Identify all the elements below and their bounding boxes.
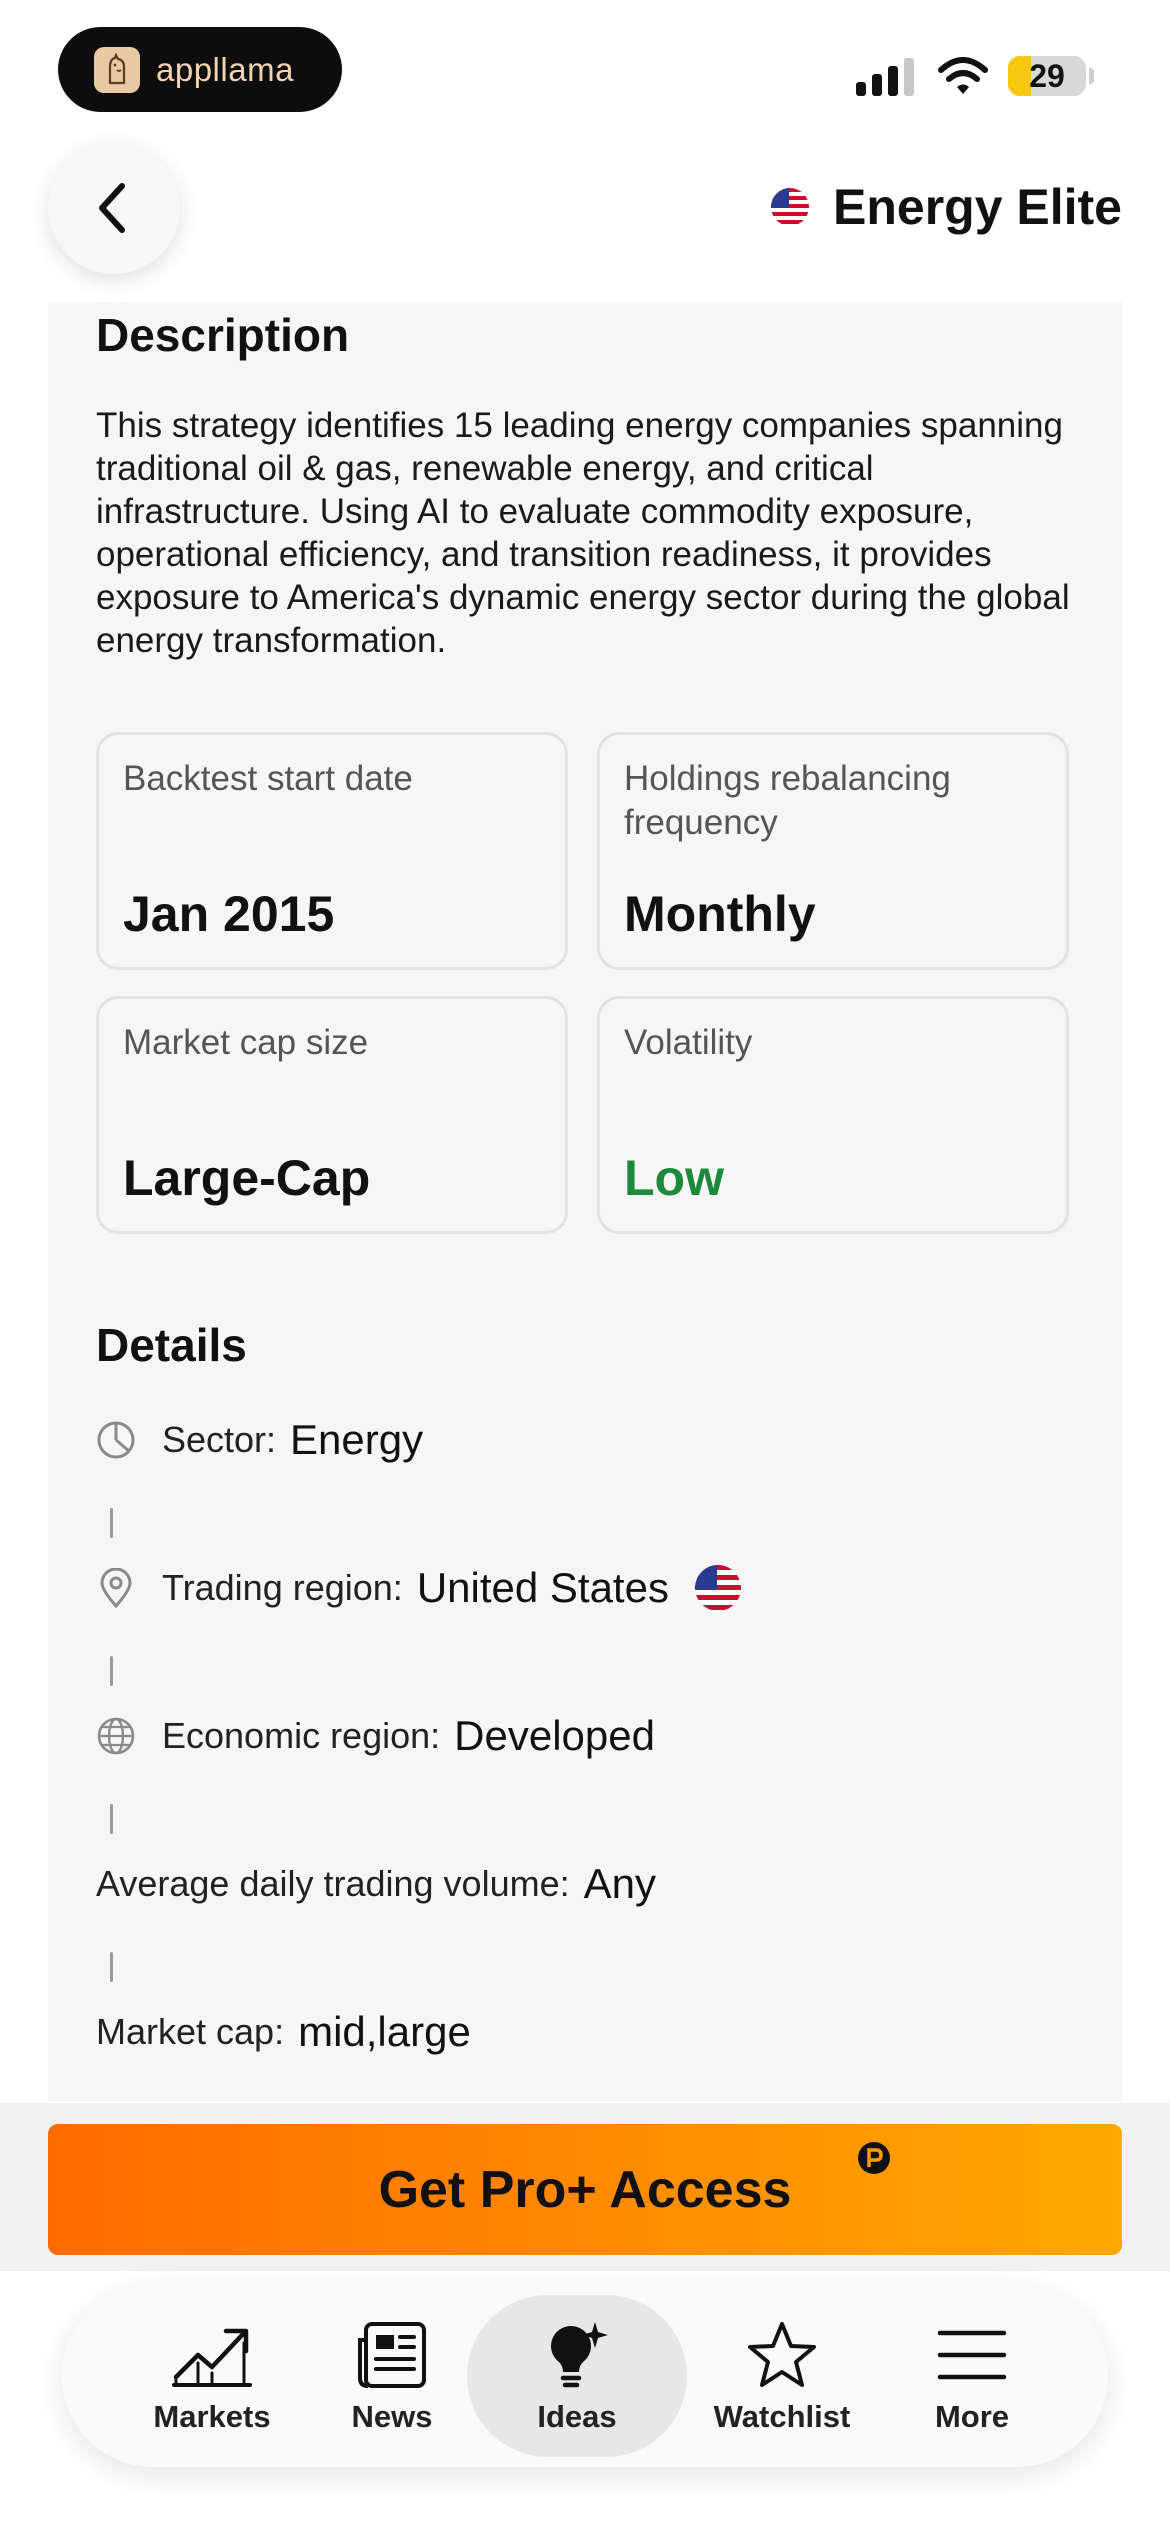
detail-economic-region: Economic region: Developed <box>96 1706 655 1766</box>
tab-label: More <box>934 2399 1010 2434</box>
strategy-content[interactable]: Description This strategy identifies 15 … <box>48 302 1122 2102</box>
tab-news[interactable]: News <box>302 2285 482 2467</box>
detail-label: Trading region: <box>162 1567 403 1608</box>
tab-ideas[interactable]: Ideas <box>467 2285 687 2467</box>
tab-watchlist[interactable]: Watchlist <box>672 2285 892 2467</box>
tab-markets[interactable]: Markets <box>102 2285 322 2467</box>
detail-value: Energy <box>290 1416 424 1463</box>
get-pro-access-button[interactable]: Get Pro+ Access <box>48 2124 1122 2255</box>
stat-label: Volatility <box>624 1023 753 1062</box>
battery-icon: 29 <box>1008 56 1086 96</box>
stat-card-market-cap-size: Market cap size Large-Cap <box>96 996 568 1234</box>
tab-more[interactable]: More <box>882 2285 1062 2467</box>
detail-trading-region: Trading region: United States <box>96 1558 741 1618</box>
tab-label: Ideas <box>537 2399 617 2434</box>
stat-label: Market cap size <box>123 1023 369 1062</box>
detail-value: Any <box>583 1860 656 1907</box>
tab-label: Watchlist <box>713 2399 851 2434</box>
stat-value: Large-Cap <box>123 1150 371 1206</box>
detail-value: Developed <box>454 1712 655 1759</box>
tab-label: News <box>351 2399 433 2434</box>
connector-line <box>110 1656 113 1686</box>
pie-chart-icon <box>96 1420 136 1460</box>
stat-label: Holdings rebalancing frequency <box>624 759 951 842</box>
llama-logo-icon <box>94 46 140 93</box>
detail-label: Economic region: <box>162 1715 441 1756</box>
chevron-left-icon <box>99 183 125 233</box>
location-pin-icon <box>96 1568 136 1608</box>
detail-value: United States <box>416 1564 669 1611</box>
stat-value: Monthly <box>624 886 816 942</box>
us-flag-icon <box>771 188 809 226</box>
app-badge[interactable]: appllama <box>58 27 342 112</box>
cta-label: Get Pro+ Access <box>378 2160 792 2219</box>
stat-card-volatility: Volatility Low <box>597 996 1069 1234</box>
connector-line <box>110 1804 113 1834</box>
newspaper-icon <box>356 2317 428 2393</box>
globe-icon <box>96 1716 136 1756</box>
detail-value: mid,large <box>298 2008 471 2055</box>
volatility-value: Low <box>624 1150 724 1206</box>
us-flag-icon <box>694 1565 741 1611</box>
description-heading: Description <box>96 309 350 361</box>
bottom-tab-bar: Markets News Ideas Watchlist More <box>62 2285 1108 2467</box>
menu-icon <box>936 2317 1008 2393</box>
cta-area: Get Pro+ Access <box>0 2103 1170 2271</box>
wifi-icon <box>937 56 989 101</box>
stat-card-backtest-start: Backtest start date Jan 2015 <box>96 732 568 970</box>
detail-market-cap: Market cap: mid,large <box>96 2002 471 2062</box>
battery-level: 29 <box>1029 58 1065 94</box>
description-text: This strategy identifies 15 leading ener… <box>96 406 1070 660</box>
cellular-signal-icon <box>856 58 916 96</box>
connector-line <box>110 1508 113 1538</box>
page-title: Energy Elite <box>833 179 1122 235</box>
back-button[interactable] <box>48 142 180 274</box>
detail-avg-volume: Average daily trading volume: Any <box>96 1854 656 1914</box>
pro-badge-icon <box>856 2140 892 2181</box>
app-name: appllama <box>156 50 294 88</box>
star-icon <box>746 2317 818 2393</box>
details-heading: Details <box>96 1319 247 1371</box>
stat-card-rebalancing: Holdings rebalancing frequency Monthly <box>597 732 1069 970</box>
chart-trend-icon <box>170 2317 254 2393</box>
detail-label: Average daily trading volume: <box>96 1863 570 1904</box>
status-bar: appllama 29 <box>0 0 1170 140</box>
connector-line <box>110 1952 113 1982</box>
tab-label: Markets <box>153 2399 271 2434</box>
stat-label: Backtest start date <box>123 759 413 798</box>
detail-label: Sector: <box>162 1419 277 1460</box>
detail-sector: Sector: Energy <box>96 1410 423 1470</box>
page-header: Energy Elite <box>771 170 1122 244</box>
lightbulb-icon <box>541 2317 613 2393</box>
stat-value: Jan 2015 <box>123 886 335 942</box>
detail-label: Market cap: <box>96 2011 285 2052</box>
